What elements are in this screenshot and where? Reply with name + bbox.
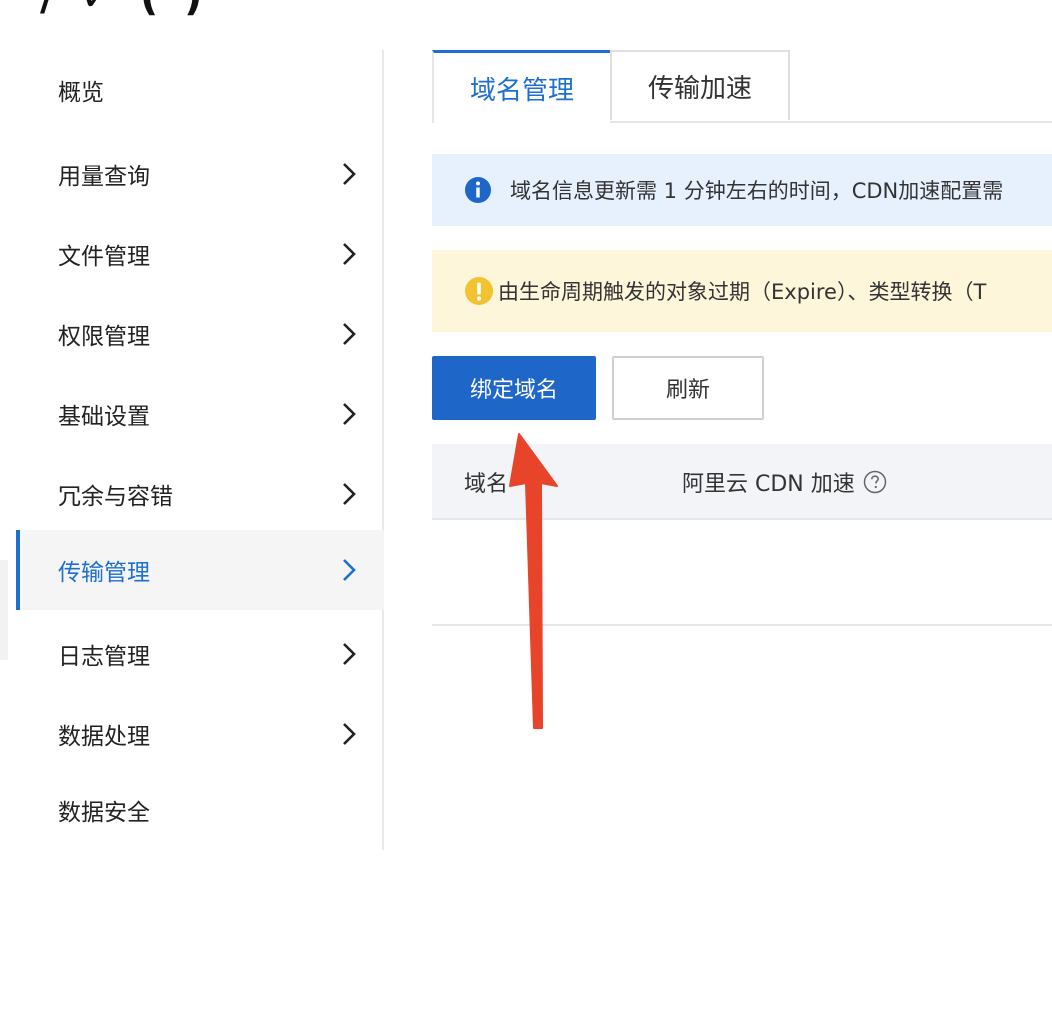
sidebar-item-data-processing[interactable]: 数据处理	[18, 694, 382, 774]
sidebar-item-label: 数据安全	[58, 800, 150, 826]
chevron-right-icon	[343, 323, 356, 345]
sidebar-item-permission-management[interactable]: 权限管理	[18, 294, 382, 374]
table-bottom-divider	[432, 624, 1052, 626]
sidebar-item-basic-settings[interactable]: 基础设置	[18, 374, 382, 454]
sidebar-item-log-management[interactable]: 日志管理	[18, 614, 382, 694]
sidebar-item-label: 文件管理	[58, 244, 150, 270]
warning-alert: 由生命周期触发的对象过期（Expire）、类型转换（T	[432, 250, 1052, 332]
page: / ✓ ( ) 概览 用量查询 文件管理 权限管理 基础设置 冗余与容错 传输管…	[0, 0, 1052, 1030]
bind-domain-button[interactable]: 绑定域名	[432, 356, 596, 420]
sidebar-item-label: 传输管理	[58, 560, 150, 586]
info-alert-text: 域名信息更新需 1 分钟左右的时间，CDN加速配置需	[510, 179, 1004, 203]
sidebar-item-label: 数据处理	[58, 724, 150, 750]
sidebar-item-label: 权限管理	[58, 324, 150, 350]
chevron-right-icon	[343, 243, 356, 265]
sidebar-item-label: 日志管理	[58, 644, 150, 670]
sidebar-item-file-management[interactable]: 文件管理	[18, 214, 382, 294]
refresh-button[interactable]: 刷新	[612, 356, 764, 420]
tab-bar: 域名管理 传输加速	[432, 50, 1052, 123]
sidebar-item-label: 用量查询	[58, 164, 150, 190]
sidebar-item-redundancy[interactable]: 冗余与容错	[18, 454, 382, 534]
sidebar: 概览 用量查询 文件管理 权限管理 基础设置 冗余与容错 传输管理 日志管理 数…	[0, 50, 384, 850]
chevron-right-icon	[343, 643, 356, 665]
column-header-cdn: 阿里云 CDN 加速	[682, 466, 887, 498]
sidebar-item-label: 概览	[58, 80, 104, 106]
info-alert: 域名信息更新需 1 分钟左右的时间，CDN加速配置需	[432, 154, 1052, 226]
sidebar-item-usage-query[interactable]: 用量查询	[18, 134, 382, 214]
sidebar-item-transfer-management[interactable]: 传输管理	[16, 530, 384, 610]
sidebar-item-overview[interactable]: 概览	[18, 50, 382, 130]
chevron-right-icon	[343, 163, 356, 185]
chevron-right-icon	[343, 403, 356, 425]
sidebar-item-label: 冗余与容错	[58, 484, 173, 510]
table-header: 域名 阿里云 CDN 加速	[432, 444, 1052, 520]
chevron-right-icon	[343, 483, 356, 505]
warning-alert-text: 由生命周期触发的对象过期（Expire）、类型转换（T	[498, 280, 987, 304]
chevron-right-icon	[343, 559, 356, 581]
page-title-fragment: / ✓ ( )	[40, 0, 208, 20]
question-circle-icon[interactable]	[863, 470, 887, 494]
chevron-right-icon	[343, 723, 356, 745]
tab-domain-management[interactable]: 域名管理	[432, 50, 610, 123]
info-circle-icon	[465, 177, 491, 203]
column-header-domain: 域名	[464, 472, 509, 497]
sidebar-item-data-security[interactable]: 数据安全	[18, 770, 382, 850]
column-header-cdn-label: 阿里云 CDN 加速	[682, 472, 855, 497]
tab-transfer-acceleration[interactable]: 传输加速	[610, 50, 790, 120]
sidebar-item-label: 基础设置	[58, 404, 150, 430]
exclamation-circle-icon	[465, 277, 493, 305]
